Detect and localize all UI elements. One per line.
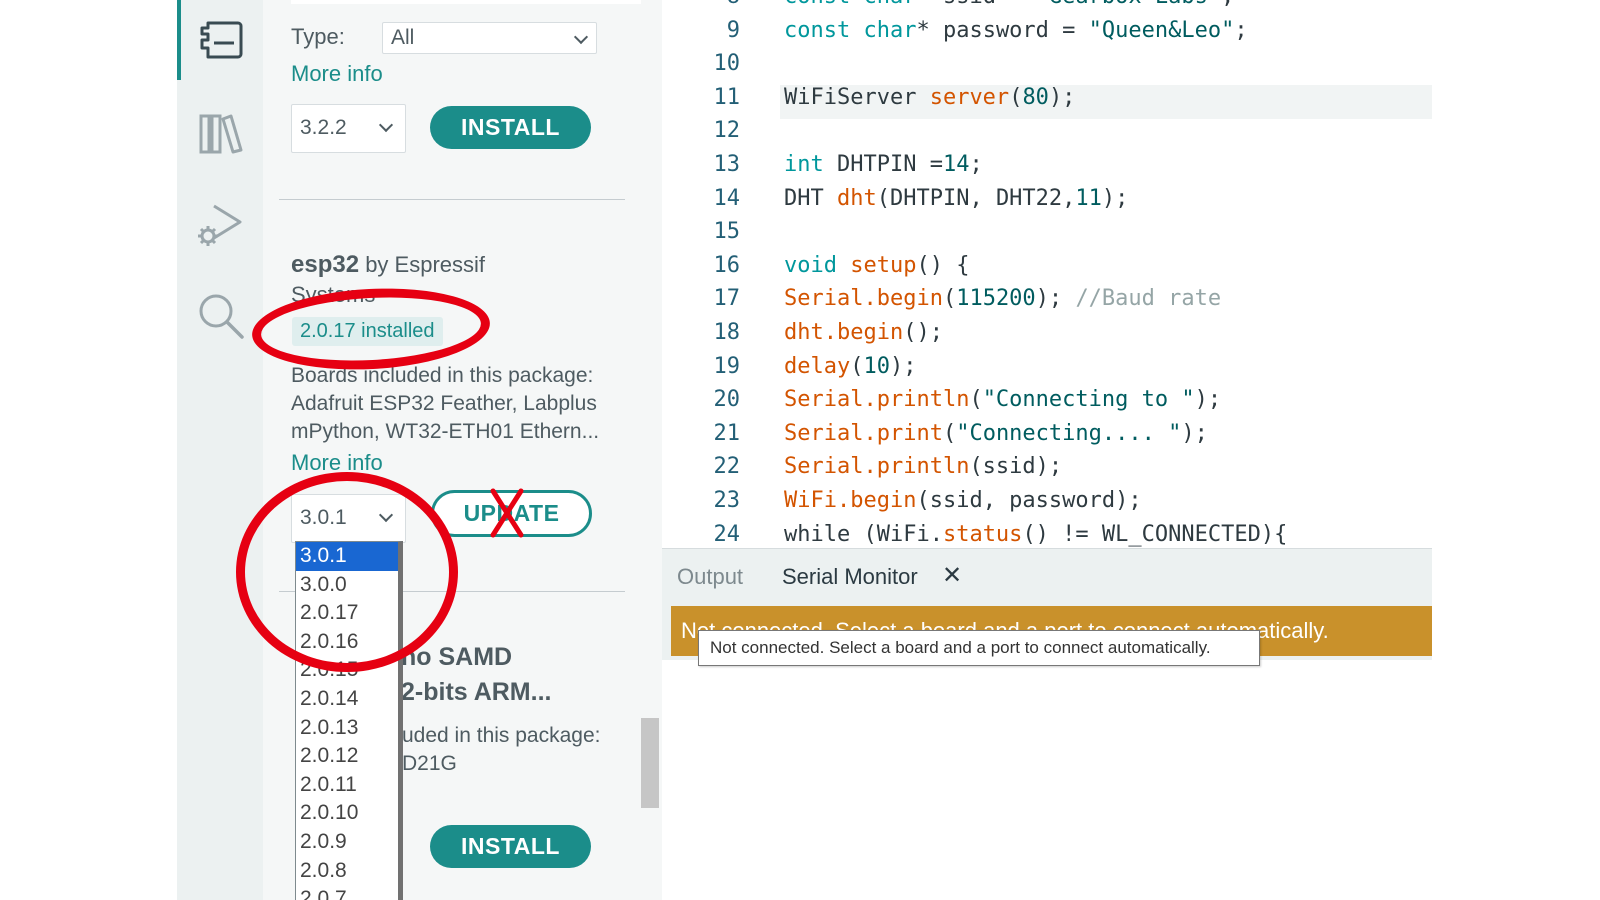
code-line[interactable]: 24 while (WiFi.status() != WL_CONNECTED){ — [662, 522, 1432, 548]
line-number: 11 — [713, 84, 741, 110]
description-line: uded in this package: — [402, 724, 601, 747]
line-number: 9 — [726, 17, 740, 43]
code-line[interactable]: 17 Serial.begin(115200); //Baud rate — [662, 286, 1432, 320]
scrollbar-thumb[interactable] — [641, 718, 659, 808]
divider — [279, 199, 625, 200]
filter-box-edge — [291, 0, 641, 4]
line-code: dht.begin(); — [784, 320, 943, 345]
annotation-circle-version — [236, 472, 458, 672]
line-code: Serial.begin(115200); //Baud rate — [784, 286, 1222, 312]
line-number: 24 — [713, 521, 741, 547]
code-line[interactable]: 10 — [662, 51, 1432, 85]
install-button[interactable]: INSTALL — [430, 106, 591, 149]
dropdown-option[interactable]: 2.0.12 — [296, 742, 398, 771]
package-title: esp32 by Espressif — [291, 251, 485, 279]
line-code: WiFi.begin(ssid, password); — [784, 488, 1142, 513]
line-number: 13 — [713, 152, 741, 177]
line-code: delay(10); — [784, 353, 917, 379]
tab-output[interactable]: Output — [677, 564, 743, 590]
activity-bar — [177, 0, 263, 900]
more-info-link[interactable]: More info — [291, 61, 383, 87]
code-line[interactable]: 23 WiFi.begin(ssid, password); — [662, 488, 1432, 522]
line-code: while (WiFi.status() != WL_CONNECTED){ — [784, 521, 1288, 547]
code-line[interactable]: 14 DHT dht(DHTPIN, DHT22,11); — [662, 186, 1432, 220]
line-code: DHT dht(DHTPIN, DHT22,11); — [784, 185, 1129, 211]
line-code: Serial.println(ssid); — [784, 454, 1063, 480]
description-line: D21G — [402, 752, 457, 775]
active-indicator — [177, 0, 181, 80]
code-line[interactable]: 13 int DHTPIN =14; — [662, 152, 1432, 186]
chevron-down-icon — [573, 29, 589, 45]
line-number: 15 — [713, 219, 741, 245]
line-number: 12 — [713, 118, 741, 144]
description-line: Adafruit ESP32 Feather, Labplus — [291, 392, 597, 415]
line-number: 10 — [713, 51, 741, 77]
dropdown-option[interactable]: 2.0.11 — [296, 771, 398, 800]
line-code: WiFiServer server(80); — [784, 84, 1076, 110]
library-icon[interactable] — [195, 106, 247, 158]
line-code: int DHTPIN =14; — [784, 152, 983, 177]
package-description: uded in this package: D21G — [402, 722, 662, 778]
line-code: const char* ssid = "Gearbox Labs"; — [784, 0, 1234, 9]
line-number: 20 — [713, 387, 741, 413]
package-name: esp32 — [291, 251, 360, 278]
line-number: 21 — [713, 420, 741, 446]
package-description: Boards included in this package: Adafrui… — [291, 362, 631, 446]
package-author: by Espressif — [365, 252, 486, 277]
code-line[interactable]: 11 WiFiServer server(80); — [662, 84, 1432, 119]
dropdown-option[interactable]: 2.0.13 — [296, 714, 398, 743]
dropdown-option[interactable]: 2.0.8 — [296, 857, 398, 886]
code-line[interactable]: 8 const char* ssid = "Gearbox Labs"; — [662, 0, 1432, 18]
dropdown-option[interactable]: 2.0.10 — [296, 799, 398, 828]
dropdown-option[interactable]: 2.0.14 — [296, 685, 398, 714]
close-icon[interactable]: ✕ — [942, 561, 962, 590]
line-code: Serial.println("Connecting to "); — [784, 387, 1222, 413]
type-filter-label: Type: — [291, 24, 345, 49]
code-line[interactable]: 21 Serial.print("Connecting.... "); — [662, 421, 1432, 455]
line-number: 23 — [713, 488, 741, 513]
version-select-value: 3.2.2 — [300, 116, 347, 139]
line-number: 18 — [713, 320, 741, 345]
code-line[interactable]: 20 Serial.println("Connecting to "); — [662, 387, 1432, 421]
line-number: 17 — [713, 286, 741, 312]
code-line[interactable]: 18 dht.begin(); — [662, 320, 1432, 354]
chevron-down-icon — [378, 117, 394, 133]
boards-manager-icon[interactable] — [195, 14, 247, 66]
description-line: mPython, WT32-ETH01 Ethern... — [291, 420, 600, 443]
annotation-x-mark — [490, 488, 524, 538]
line-number: 16 — [713, 252, 741, 278]
code-line[interactable]: 15 — [662, 219, 1432, 253]
debug-icon[interactable] — [195, 200, 247, 252]
line-number: 8 — [662, 0, 740, 9]
tooltip: Not connected. Select a board and a port… — [698, 630, 1260, 666]
version-select-top[interactable]: 3.2.2 — [291, 104, 406, 153]
search-icon[interactable] — [195, 290, 247, 342]
code-line[interactable]: 19 delay(10); — [662, 354, 1432, 388]
dropdown-option[interactable]: 2.0.9 — [296, 828, 398, 857]
line-code: const char* password = "Queen&Leo"; — [784, 17, 1248, 43]
code-line[interactable]: 9 const char* password = "Queen&Leo"; — [662, 18, 1432, 52]
dropdown-option[interactable]: 2.0.7 — [296, 885, 398, 900]
code-editor[interactable]: 8 const char* ssid = "Gearbox Labs"; 9 cons… — [662, 0, 1432, 548]
code-line[interactable]: 12 — [662, 118, 1432, 152]
line-number: 19 — [713, 353, 741, 379]
code-line[interactable]: 16 void setup() { — [662, 253, 1432, 287]
package-title-line2: 2-bits ARM... — [401, 678, 552, 706]
type-filter-select[interactable]: All — [382, 22, 597, 54]
line-code: void setup() { — [784, 252, 970, 278]
install-button[interactable]: INSTALL — [430, 825, 591, 868]
line-number: 22 — [713, 454, 741, 480]
line-code: Serial.print("Connecting.... "); — [784, 420, 1208, 446]
type-filter-value: All — [391, 26, 415, 49]
tab-serial-monitor[interactable]: Serial Monitor — [782, 564, 918, 590]
code-line[interactable]: 22 Serial.println(ssid); — [662, 454, 1432, 488]
line-number: 14 — [713, 185, 741, 211]
